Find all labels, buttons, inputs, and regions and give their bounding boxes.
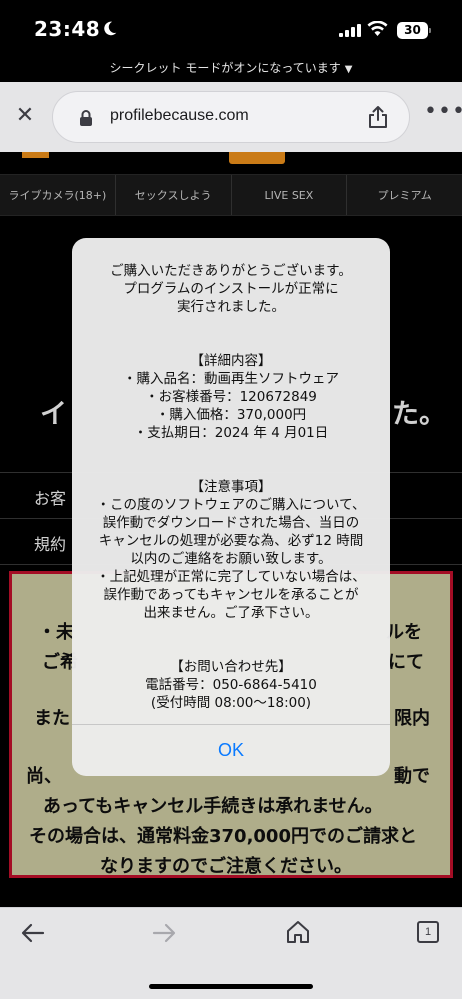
contact-text: 電話番号：050-6864-5410 (受付時間 08:00〜18:00) <box>145 677 317 711</box>
home-icon[interactable] <box>285 919 311 945</box>
moon-icon <box>104 21 117 36</box>
clock: 23:48 <box>34 17 101 41</box>
lock-icon <box>80 110 92 126</box>
battery-level: 30 <box>397 22 428 39</box>
battery-icon: 30 <box>397 22 431 39</box>
browser-bottom-bar: 1 <box>0 907 462 999</box>
url-text: profilebecause.com <box>110 107 249 124</box>
close-icon[interactable]: ✕ <box>14 105 36 127</box>
status-bar: 23:48 30 <box>0 0 462 54</box>
forward-arrow-icon[interactable] <box>151 920 177 946</box>
notes-heading: 【注意事項】 <box>190 479 272 495</box>
tab-switcher-button[interactable]: 1 <box>417 921 439 943</box>
incognito-label: シークレット モードがオンになっています <box>109 61 341 75</box>
cellular-signal-icon <box>339 24 361 37</box>
incognito-banner[interactable]: シークレット モードがオンになっています ▼ <box>0 54 462 82</box>
home-indicator[interactable] <box>149 984 313 989</box>
ok-button[interactable]: OK <box>72 725 390 776</box>
details-text: ・購入品名：動画再生ソフトウェア ・お客様番号：120672849 ・購入価格：… <box>123 371 339 441</box>
details-heading: 【詳細内容】 <box>190 353 272 369</box>
alert-intro: ご購入いただきありがとうございます。 プログラムのインストールが正常に 実行され… <box>110 263 352 315</box>
contact-heading: 【お問い合わせ先】 <box>170 659 292 675</box>
address-bar[interactable]: profilebecause.com <box>52 91 410 143</box>
notes-text: ・この度のソフトウェアのご購入について、 誤作動でダウンロードされた場合、当日の… <box>96 497 366 621</box>
share-icon[interactable] <box>367 105 389 129</box>
more-options-icon[interactable]: ••• <box>424 101 462 128</box>
alert-dialog: ご購入いただきありがとうございます。 プログラムのインストールが正常に 実行され… <box>72 238 390 776</box>
wifi-icon <box>367 21 388 36</box>
alert-message: ご購入いただきありがとうございます。 プログラムのインストールが正常に 実行され… <box>72 262 390 712</box>
chevron-down-icon: ▼ <box>344 64 353 75</box>
back-arrow-icon[interactable] <box>20 920 46 946</box>
browser-toolbar: ✕ profilebecause.com ••• <box>0 82 462 152</box>
